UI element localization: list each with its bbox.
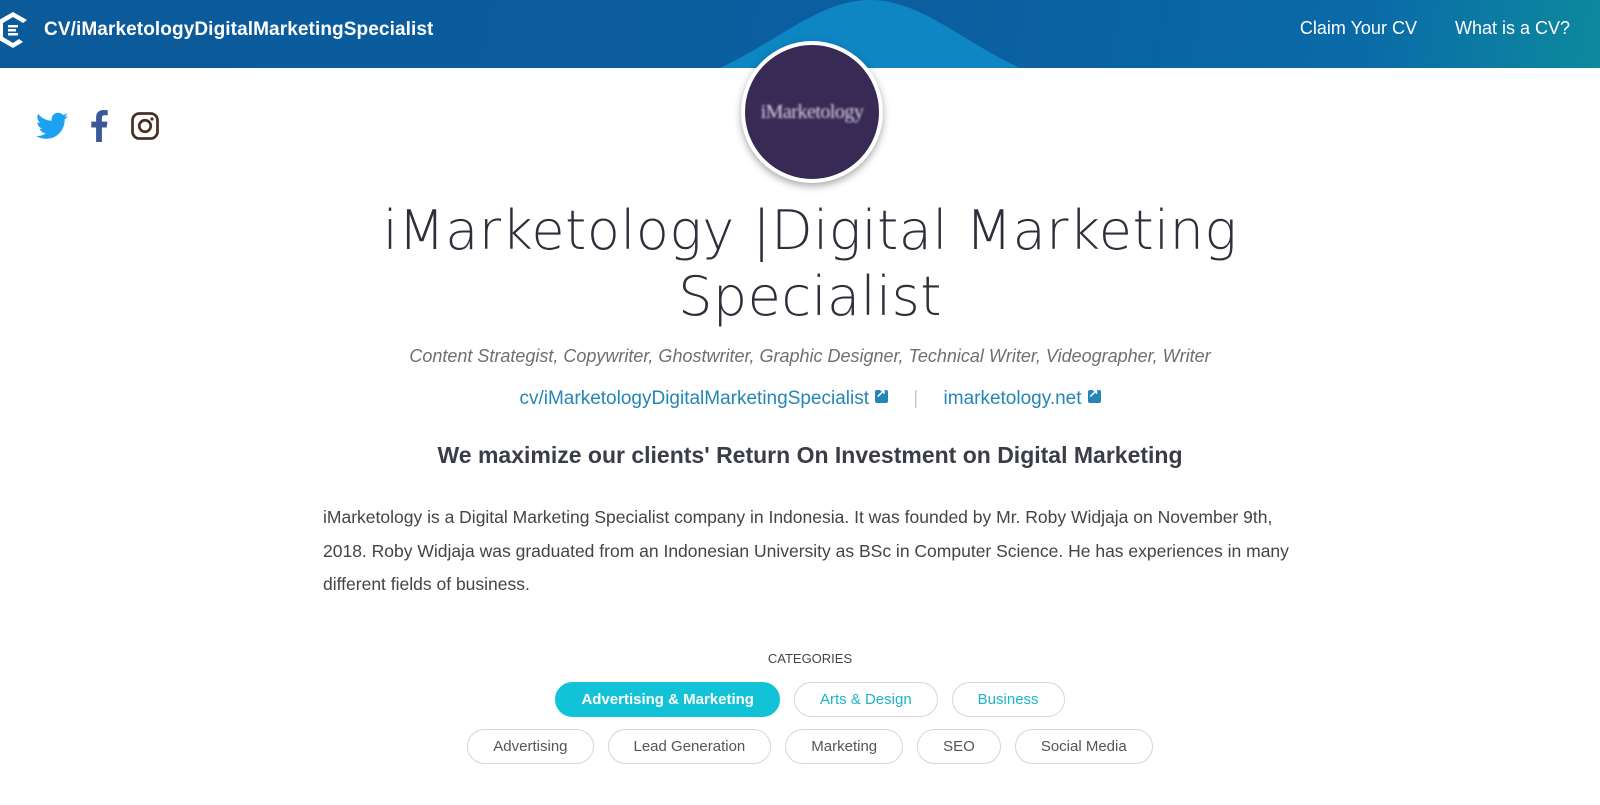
profile-name: iMarketology |Digital Marketing Speciali… <box>382 199 1238 328</box>
social-links <box>36 110 160 142</box>
website-link-label: imarketology.net <box>943 388 1082 409</box>
subcategory-lead-generation[interactable]: Lead Generation <box>607 729 772 764</box>
profile-roles: Content Strategist, Copywriter, Ghostwri… <box>409 346 1211 366</box>
nav-claim-your-cv[interactable]: Claim Your CV <box>1300 18 1417 39</box>
primary-categories: Advertising & Marketing Arts & Design Bu… <box>300 682 1320 717</box>
subcategory-marketing[interactable]: Marketing <box>785 729 904 764</box>
site-title[interactable]: CV/iMarketologyDigitalMarketingSpecialis… <box>44 19 433 41</box>
link-separator: | <box>913 388 919 409</box>
top-nav: Claim Your CV What is a CV? <box>1300 18 1570 39</box>
subcategory-seo[interactable]: SEO <box>917 729 1001 764</box>
subcategory-advertising[interactable]: Advertising <box>467 729 594 764</box>
category-business[interactable]: Business <box>951 682 1065 717</box>
categories-label: CATEGORIES <box>767 651 853 666</box>
profile-headline: We maximize our clients' Return On Inves… <box>437 442 1183 468</box>
brand[interactable]: CV/iMarketologyDigitalMarketingSpecialis… <box>0 10 433 50</box>
cv-link[interactable]: cv/iMarketologyDigitalMarketingSpecialis… <box>519 386 889 409</box>
profile-links: cv/iMarketologyDigitalMarketingSpecialis… <box>300 386 1320 410</box>
external-link-icon <box>1087 386 1101 403</box>
twitter-icon[interactable] <box>36 112 68 140</box>
category-arts-design[interactable]: Arts & Design <box>793 682 938 717</box>
avatar-text: iMarketology <box>760 100 864 123</box>
facebook-icon[interactable] <box>90 110 108 142</box>
nav-what-is-a-cv[interactable]: What is a CV? <box>1455 18 1570 39</box>
instagram-icon[interactable] <box>130 111 160 141</box>
category-advertising-marketing[interactable]: Advertising & Marketing <box>555 682 780 717</box>
cv-logo-icon <box>0 12 27 48</box>
external-link-icon <box>875 386 889 403</box>
subcategory-social-media[interactable]: Social Media <box>1014 729 1153 764</box>
cv-link-label: cv/iMarketologyDigitalMarketingSpecialis… <box>519 388 870 409</box>
avatar: iMarketology <box>741 41 883 183</box>
website-link[interactable]: imarketology.net <box>943 386 1101 409</box>
sub-categories: Advertising Lead Generation Marketing SE… <box>300 729 1320 764</box>
profile-bio: iMarketology is a Digital Marketing Spec… <box>323 507 1289 594</box>
